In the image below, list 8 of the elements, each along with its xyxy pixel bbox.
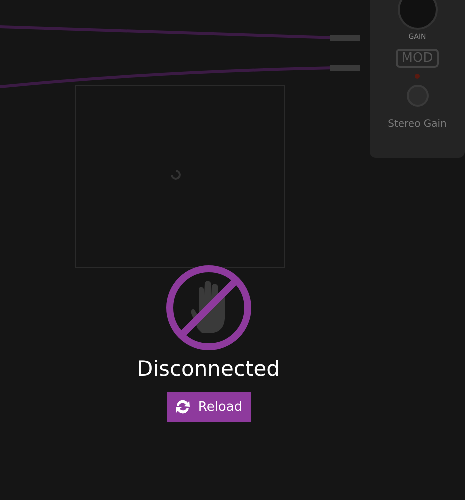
disconnected-icon: [164, 263, 254, 353]
knob[interactable]: [398, 0, 438, 30]
pedal-name: Stereo Gain: [388, 119, 447, 130]
spinner-icon: [171, 170, 181, 180]
refresh-icon: [174, 398, 192, 416]
reload-button[interactable]: Reload: [166, 392, 250, 422]
led-icon: [415, 74, 420, 79]
status-message: Disconnected: [137, 357, 280, 381]
